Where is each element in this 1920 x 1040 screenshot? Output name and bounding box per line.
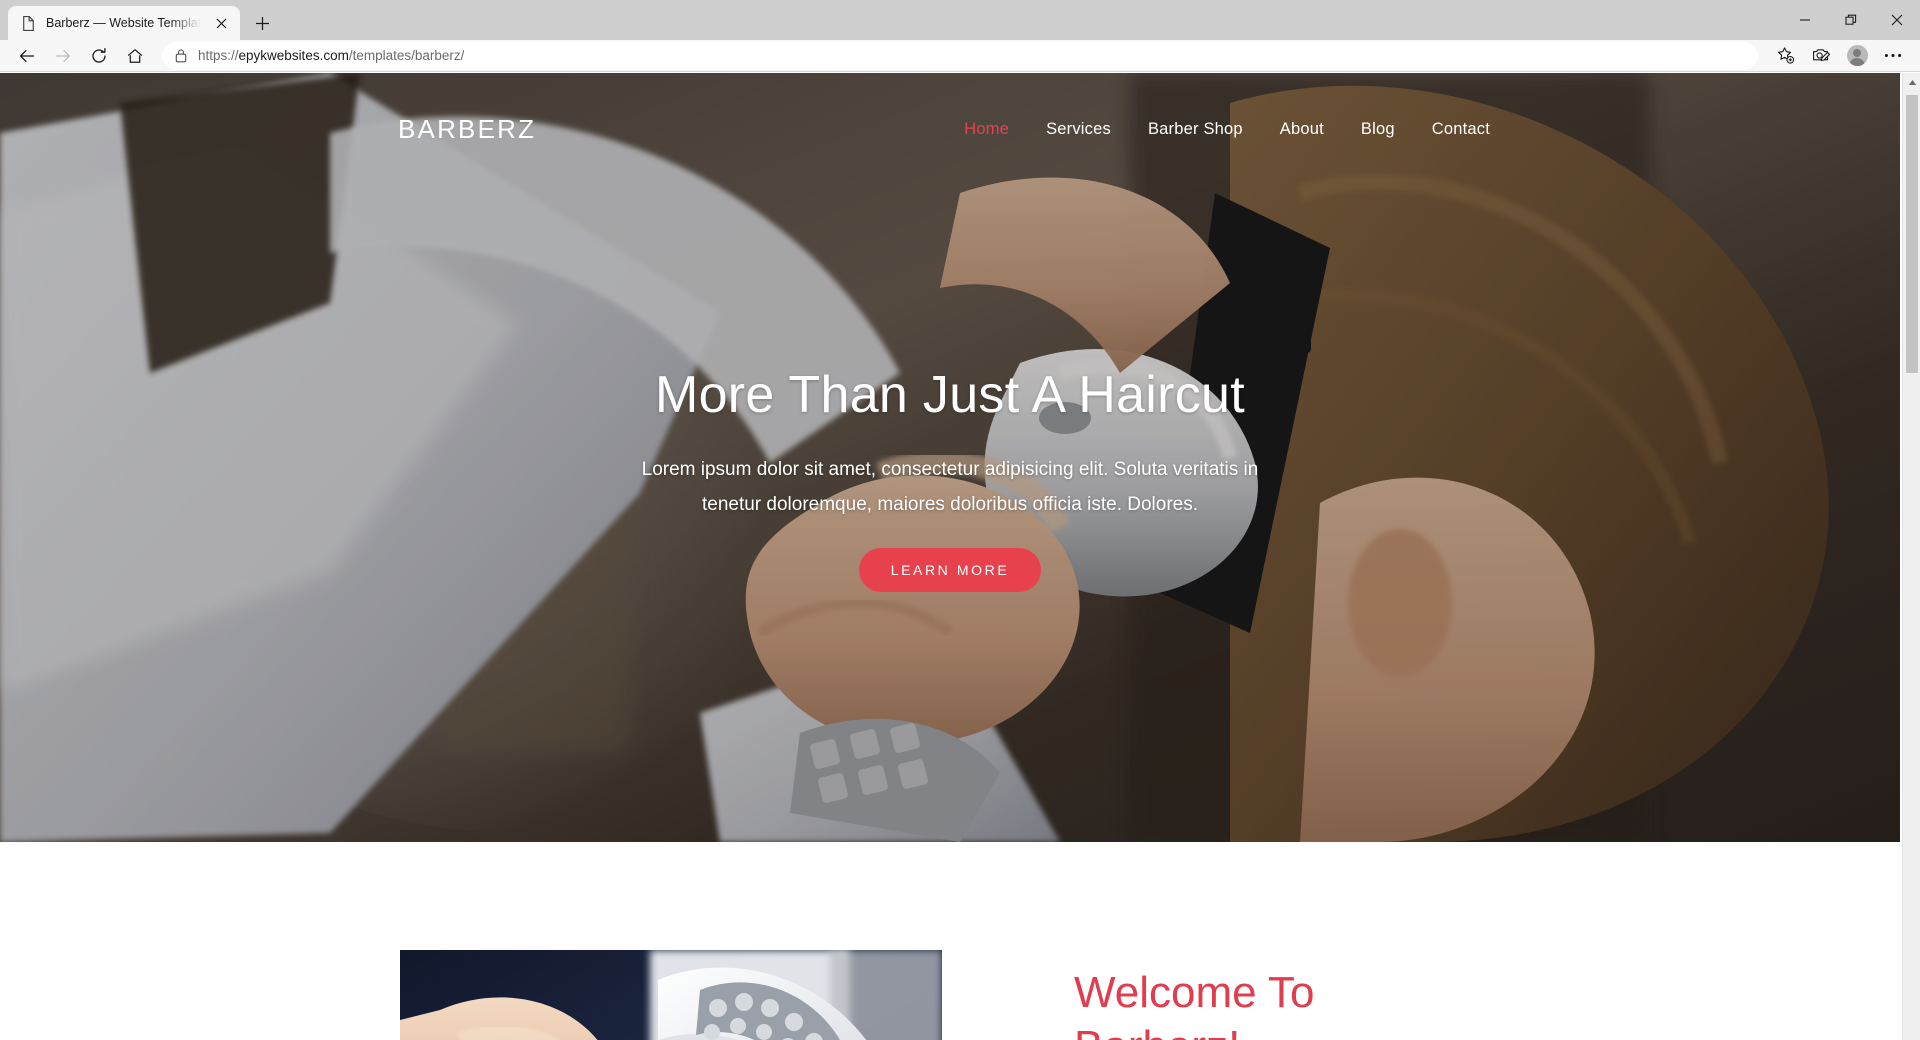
minimize-button[interactable] (1782, 4, 1828, 36)
forward-button[interactable] (46, 41, 80, 71)
settings-and-more-button[interactable] (1876, 41, 1910, 71)
toolbar-right-actions (1768, 41, 1910, 71)
nav-item-about[interactable]: About (1280, 120, 1324, 139)
site-brand-logo[interactable]: BARBERZ (398, 114, 536, 145)
address-bar[interactable]: https://epykwebsites.com/templates/barbe… (162, 41, 1758, 70)
hero-title: More Than Just A Haircut (654, 366, 1246, 424)
close-icon (1891, 14, 1903, 26)
window-controls (1782, 0, 1920, 40)
welcome-heading-line2: Barberz! (1074, 1022, 1240, 1040)
tab-title: Barberz — Website Template by (46, 16, 201, 30)
page-viewport: BARBERZ Home Services Barber Shop About … (0, 73, 1920, 1040)
tab-close-button[interactable] (210, 12, 232, 34)
welcome-heading-line1: Welcome To (1074, 968, 1315, 1017)
new-tab-button[interactable] (246, 7, 278, 39)
back-button[interactable] (10, 41, 44, 71)
collections-button[interactable] (1804, 41, 1838, 71)
add-favorite-star-icon (1777, 47, 1794, 64)
nav-item-contact[interactable]: Contact (1432, 120, 1490, 139)
more-options-icon (1884, 53, 1902, 58)
scroll-up-arrow-icon (1908, 79, 1916, 85)
home-button[interactable] (118, 41, 152, 71)
nav-item-blog[interactable]: Blog (1361, 120, 1395, 139)
lock-icon (175, 49, 187, 63)
maximize-restore-button[interactable] (1828, 4, 1874, 36)
url-text: https://epykwebsites.com/templates/barbe… (198, 48, 464, 63)
welcome-wrapper: Welcome To Barberz! (400, 950, 1500, 1040)
welcome-image-graphic (400, 950, 942, 1040)
close-icon (216, 18, 226, 28)
profile-avatar-icon (1846, 45, 1868, 66)
hero-content: More Than Just A Haircut Lorem ipsum dol… (0, 366, 1900, 593)
restore-icon (1845, 14, 1857, 25)
page-scrollbar[interactable] (1902, 73, 1920, 1040)
hero-section: BARBERZ Home Services Barber Shop About … (0, 73, 1900, 842)
nav-item-home[interactable]: Home (964, 120, 1009, 139)
reload-icon (92, 47, 106, 63)
plus-icon (255, 16, 269, 30)
site-navigation: BARBERZ Home Services Barber Shop About … (0, 101, 1900, 157)
url-path: /templates/barberz/ (348, 48, 465, 63)
nav-item-barber-shop[interactable]: Barber Shop (1148, 120, 1243, 139)
welcome-text-block: Welcome To Barberz! (942, 950, 1500, 1040)
browser-toolbar: https://epykwebsites.com/templates/barbe… (0, 40, 1920, 72)
url-prefix: https:// (198, 48, 239, 63)
back-arrow-icon (19, 49, 35, 62)
scroll-up-button[interactable] (1903, 73, 1920, 91)
browser-tab[interactable]: Barberz — Website Template by (8, 6, 240, 40)
forward-arrow-icon (55, 49, 71, 62)
collections-camera-icon (1812, 49, 1830, 62)
profile-button[interactable] (1840, 41, 1874, 71)
browser-window: Barberz — Website Template by (0, 0, 1920, 1040)
minimize-icon (1800, 19, 1810, 21)
url-domain: epykwebsites.com (238, 48, 349, 63)
home-icon (127, 48, 143, 63)
learn-more-button[interactable]: LEARN MORE (858, 548, 1042, 593)
nav-links: Home Services Barber Shop About Blog Con… (964, 120, 1490, 139)
hero-subtitle: Lorem ipsum dolor sit amet, consectetur … (641, 459, 1259, 516)
add-favorite-button[interactable] (1768, 41, 1802, 71)
welcome-section: Welcome To Barberz! (0, 842, 1900, 1040)
tab-strip: Barberz — Website Template by (0, 0, 1920, 40)
hero-inner: BARBERZ Home Services Barber Shop About … (0, 73, 1900, 842)
page-icon (23, 15, 34, 31)
website-page: BARBERZ Home Services Barber Shop About … (0, 73, 1900, 1040)
window-close-button[interactable] (1874, 4, 1920, 36)
welcome-image (400, 950, 942, 1040)
scrollbar-thumb[interactable] (1906, 95, 1918, 373)
nav-item-services[interactable]: Services (1046, 120, 1111, 139)
reload-button[interactable] (82, 41, 116, 71)
welcome-heading: Welcome To Barberz! (1074, 966, 1500, 1040)
